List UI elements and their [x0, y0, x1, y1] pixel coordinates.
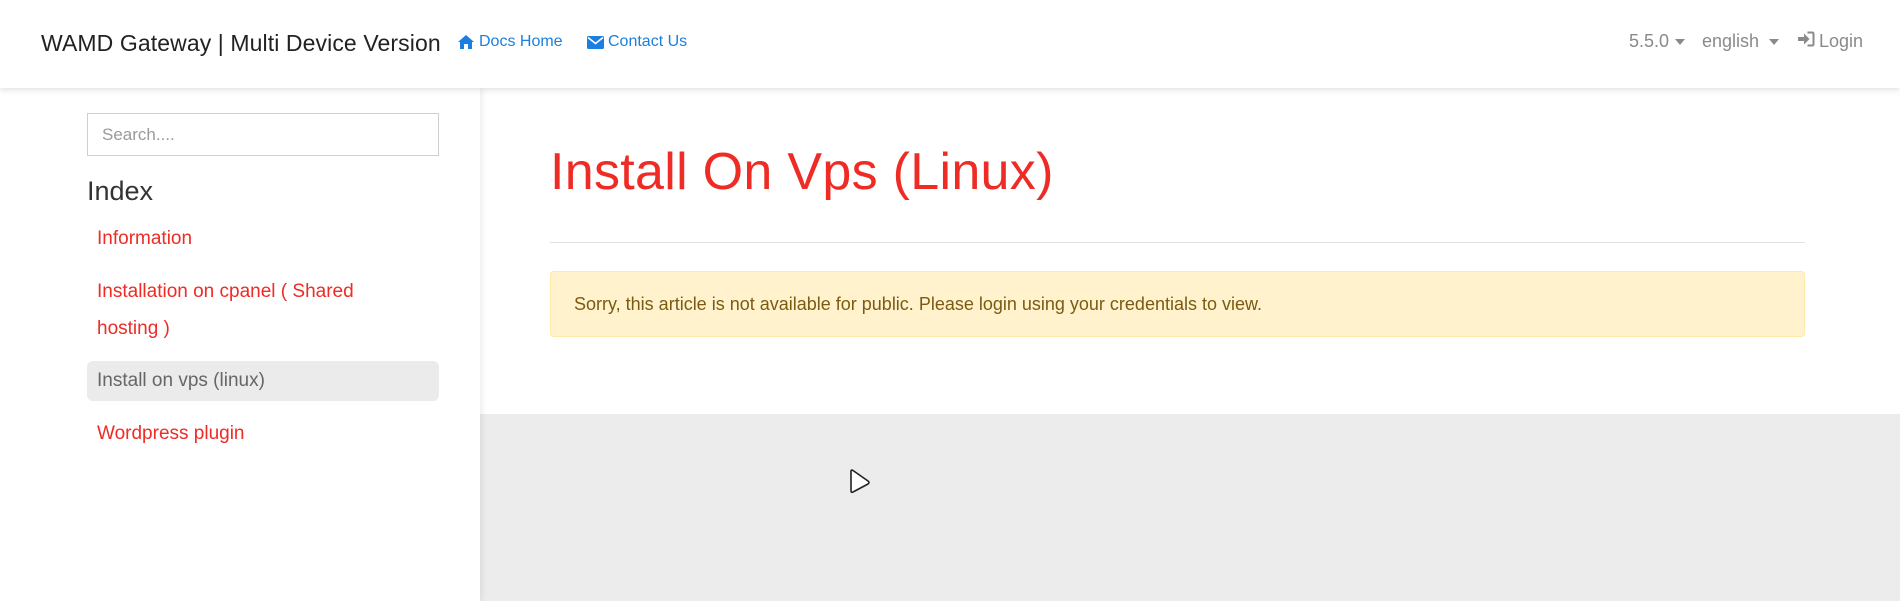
login-label: Login	[1819, 31, 1864, 51]
version-label: 5.5.0	[1629, 31, 1670, 51]
caret-down-icon	[1675, 39, 1686, 45]
language-dropdown[interactable]: english	[1702, 31, 1780, 52]
index-heading: Index	[87, 176, 154, 206]
sidebar-item-installation-cpanel[interactable]: Installation on cpanel ( Shared hosting …	[87, 273, 387, 347]
main-content: Install On Vps (Linux) Sorry, this artic…	[480, 88, 1900, 414]
search-input[interactable]	[87, 113, 439, 156]
sidebar-item-wordpress-plugin[interactable]: Wordpress plugin	[87, 415, 439, 452]
mouse-cursor-icon	[849, 469, 871, 500]
access-warning-alert: Sorry, this article is not available for…	[550, 271, 1805, 337]
docs-home-link[interactable]: Docs Home	[457, 33, 563, 51]
contact-us-link[interactable]: Contact Us	[587, 33, 687, 51]
caret-down-icon	[1769, 39, 1780, 45]
top-navbar: WAMD Gateway | Multi Device Version Docs…	[0, 0, 1900, 88]
page-title: Install On Vps (Linux)	[550, 143, 1054, 201]
login-link[interactable]: Login	[1797, 31, 1863, 52]
sidebar-item-information[interactable]: Information	[87, 220, 439, 257]
language-label: english	[1702, 31, 1760, 51]
version-dropdown[interactable]: 5.5.0	[1629, 31, 1686, 52]
brand-title[interactable]: WAMD Gateway | Multi Device Version	[41, 30, 441, 57]
title-divider	[550, 242, 1805, 243]
sidebar: Index Information Installation on cpanel…	[0, 88, 480, 601]
contact-us-label: Contact Us	[608, 33, 688, 50]
home-icon	[457, 34, 475, 50]
docs-home-label: Docs Home	[479, 33, 563, 50]
envelope-icon	[587, 35, 604, 49]
sidebar-item-install-vps[interactable]: Install on vps (linux)	[87, 361, 439, 401]
sign-in-icon	[1797, 31, 1815, 52]
